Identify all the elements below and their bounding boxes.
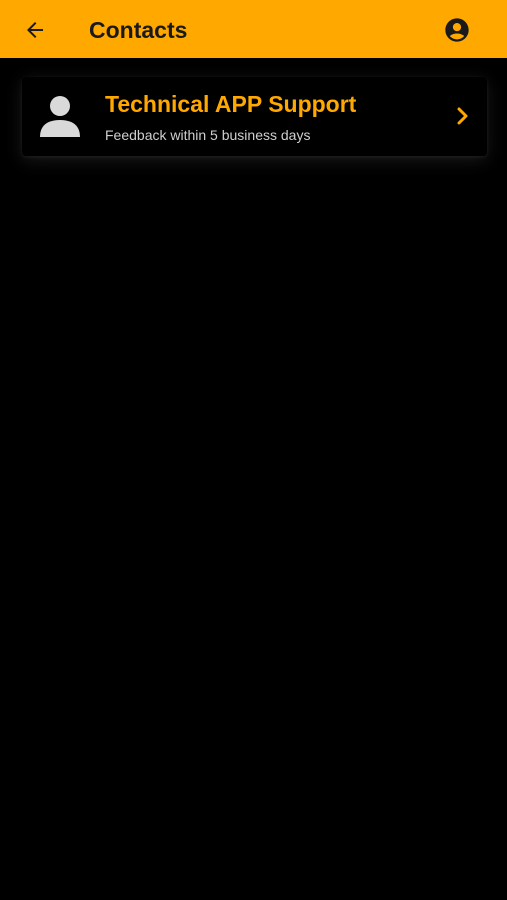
contact-subtitle: Feedback within 5 business days [105, 127, 311, 143]
arrow-left-icon [27, 22, 43, 38]
contact-card-technical-support[interactable]: Technical APP Support Feedback within 5 … [22, 77, 487, 156]
contacts-screen: Contacts Technical APP Support Feedback … [0, 0, 507, 900]
page-title: Contacts [89, 17, 188, 43]
chevron-right-icon [457, 107, 468, 125]
account-circle-icon [445, 18, 469, 42]
contact-title: Technical APP Support [105, 91, 357, 117]
account-button[interactable] [440, 13, 474, 47]
back-button[interactable] [18, 13, 52, 47]
app-bar: Contacts [0, 0, 507, 58]
person-icon [40, 96, 80, 137]
